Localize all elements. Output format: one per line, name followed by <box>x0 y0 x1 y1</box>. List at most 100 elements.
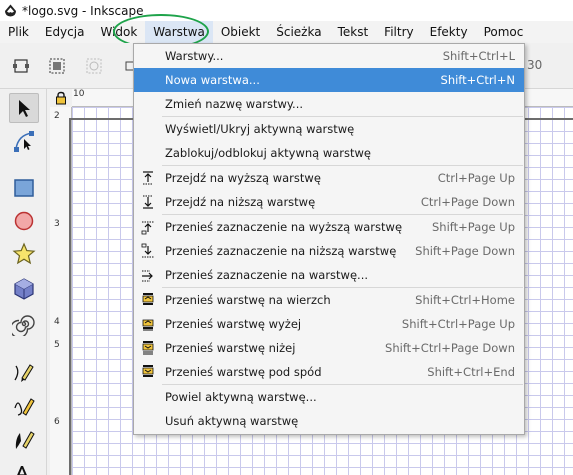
menu-item[interactable]: Zablokuj/odblokuj aktywną warstwę <box>134 141 524 165</box>
star-icon <box>12 242 36 265</box>
menu-item-label: Przenieś warstwę wyżej <box>165 317 302 331</box>
menu-item-label: Zmień nazwę warstwy... <box>165 97 304 111</box>
menu-filtry[interactable]: Filtry <box>376 21 421 43</box>
rectangle-icon <box>14 179 34 197</box>
menu-item-label: Przenieś warstwę na wierzch <box>165 293 331 307</box>
move-selection-up-icon <box>134 219 162 235</box>
menu-item[interactable]: Przenieś zaznaczenie na niższą warstwę Sh… <box>134 239 524 263</box>
menu-item[interactable]: Powiel aktywną warstwę... <box>134 385 524 409</box>
ruler-label: 2 <box>54 111 60 121</box>
menu-item-shortcut: Ctrl+Page Down <box>420 195 515 209</box>
menu-item-label: Zablokuj/odblokuj aktywną warstwę <box>165 146 372 160</box>
pencil-icon <box>14 398 35 416</box>
select-all-layers-icon[interactable] <box>47 56 67 76</box>
window-title: *logo.svg - Inkscape <box>22 3 144 18</box>
menu-item-label: Przenieś zaznaczenie na niższą warstwę <box>165 244 397 258</box>
menu-item[interactable]: Przenieś warstwę na wierzch Shift+Ctrl+Ho… <box>134 288 524 312</box>
move-selection-to-layer-icon <box>134 267 162 283</box>
pen-tool[interactable] <box>9 357 39 387</box>
spiral-tool[interactable] <box>9 309 39 339</box>
menu-item-label: Powiel aktywną warstwę... <box>165 390 317 404</box>
move-selection-down-icon <box>134 243 162 259</box>
menu-item[interactable]: Wyświetl/Ukryj aktywną warstwę <box>134 117 524 141</box>
ruler-label: 5 <box>54 340 60 350</box>
menu-item[interactable]: Przenieś zaznaczenie na wyższą warstwę Sh… <box>134 215 524 239</box>
menu-item-label: Przenieś warstwę niżej <box>165 341 296 355</box>
3d-box-tool[interactable] <box>9 274 39 304</box>
deselect-icon[interactable] <box>84 56 104 76</box>
menu-edycja[interactable]: Edycja <box>37 21 93 43</box>
menu-item-shortcut: Shift+Ctrl+L <box>442 49 515 63</box>
menu-item[interactable]: Usuń aktywną warstwę <box>134 409 524 433</box>
menu-item-label: Wyświetl/Ukryj aktywną warstwę <box>165 122 355 136</box>
layer-raise-icon <box>134 316 162 332</box>
menu-item-shortcut: Shift+Ctrl+N <box>440 73 515 87</box>
menu-item[interactable]: Warstwy... Shift+Ctrl+L <box>134 44 524 68</box>
menu-warstwa[interactable]: Warstwa <box>145 21 213 43</box>
warstwa-dropdown-menu: Warstwy... Shift+Ctrl+L Nowa warstwa... Shi… <box>133 43 525 435</box>
menu-bar: Plik Edycja Widok Warstwa Obiekt Ścieżka Tekst… <box>0 21 573 43</box>
menu-item-label: Nowa warstwa... <box>165 73 260 87</box>
menu-item-label: Usuń aktywną warstwę <box>165 414 299 428</box>
menu-efekty[interactable]: Efekty <box>422 21 476 43</box>
text-icon <box>17 466 27 475</box>
menu-item-label: Warstwy... <box>165 49 224 63</box>
menu-obiekt[interactable]: Obiekt <box>213 21 268 43</box>
toolbox <box>0 89 47 475</box>
menu-plik[interactable]: Plik <box>0 21 37 43</box>
menu-item[interactable]: Przenieś warstwę pod spód Shift+Ctrl+End <box>134 360 524 384</box>
layer-lower-icon <box>134 340 162 356</box>
menu-item-label: Przenieś warstwę pod spód <box>165 365 322 379</box>
cube-icon <box>14 278 34 300</box>
menu-item[interactable]: Nowa warstwa... Shift+Ctrl+N <box>134 68 524 92</box>
ruler-label: 10 <box>73 89 85 99</box>
ruler-label: 6 <box>54 417 60 427</box>
menu-item-label: Przejdź na wyższą warstwę <box>165 171 321 185</box>
menu-item-shortcut: Shift+Page Up <box>432 220 515 234</box>
menu-item[interactable]: Przenieś warstwę niżej Shift+Ctrl+Page Do… <box>134 336 524 360</box>
layer-top-icon <box>134 292 162 308</box>
menu-item[interactable]: Przejdź na niższą warstwę Ctrl+Page Down <box>134 190 524 214</box>
toolbar-value: 30 <box>527 58 543 72</box>
menu-item-label: Przejdź na niższą warstwę <box>165 195 316 209</box>
menu-item-shortcut: Shift+Ctrl+End <box>427 365 515 379</box>
calligraphy-tool[interactable] <box>9 424 39 454</box>
menu-item-shortcut: Shift+Ctrl+Home <box>415 293 515 307</box>
arrow-pointer-icon <box>19 100 30 117</box>
text-tool[interactable] <box>9 455 39 475</box>
node-tool[interactable] <box>9 126 39 156</box>
spiral-icon <box>12 315 35 336</box>
star-tool[interactable] <box>9 239 39 269</box>
selector-tool[interactable] <box>9 93 39 123</box>
page-border-left <box>69 118 71 475</box>
calligraphy-icon <box>15 431 35 449</box>
layer-down-icon <box>134 194 162 210</box>
rectangle-tool[interactable] <box>9 173 39 203</box>
inkscape-icon <box>5 4 16 17</box>
layer-bottom-icon <box>134 364 162 380</box>
menu-sciezka[interactable]: Ścieżka <box>268 21 329 43</box>
menu-pomoc[interactable]: Pomoc <box>476 21 532 43</box>
menu-item-shortcut: Ctrl+Page Up <box>437 171 515 185</box>
layer-up-icon <box>134 170 162 186</box>
node-edit-icon <box>14 131 34 152</box>
menu-item[interactable]: Przenieś warstwę wyżej Shift+Ctrl+Page Up <box>134 312 524 336</box>
ruler-corner <box>50 89 72 107</box>
menu-item-shortcut: Shift+Ctrl+Page Up <box>401 317 515 331</box>
ellipse-tool[interactable] <box>9 206 39 236</box>
menu-item[interactable]: Przenieś zaznaczenie na warstwę... <box>134 263 524 287</box>
menu-item-shortcut: Shift+Ctrl+Page Down <box>385 341 515 355</box>
menu-item-shortcut: Shift+Page Down <box>415 244 515 258</box>
ruler-label: 4 <box>54 317 60 327</box>
menu-item[interactable]: Zmień nazwę warstwy... <box>134 92 524 116</box>
menu-item-label: Przenieś zaznaczenie na wyższą warstwę <box>165 220 403 234</box>
lock-icon[interactable] <box>54 91 68 105</box>
ruler-label: 3 <box>54 219 60 229</box>
select-all-icon[interactable] <box>11 56 31 76</box>
menu-item-label: Przenieś zaznaczenie na warstwę... <box>165 268 369 282</box>
circle-icon <box>14 211 34 231</box>
pencil-tool[interactable] <box>9 391 39 421</box>
menu-item[interactable]: Przejdź na wyższą warstwę Ctrl+Page Up <box>134 166 524 190</box>
menu-widok[interactable]: Widok <box>92 21 145 43</box>
menu-tekst[interactable]: Tekst <box>330 21 377 43</box>
